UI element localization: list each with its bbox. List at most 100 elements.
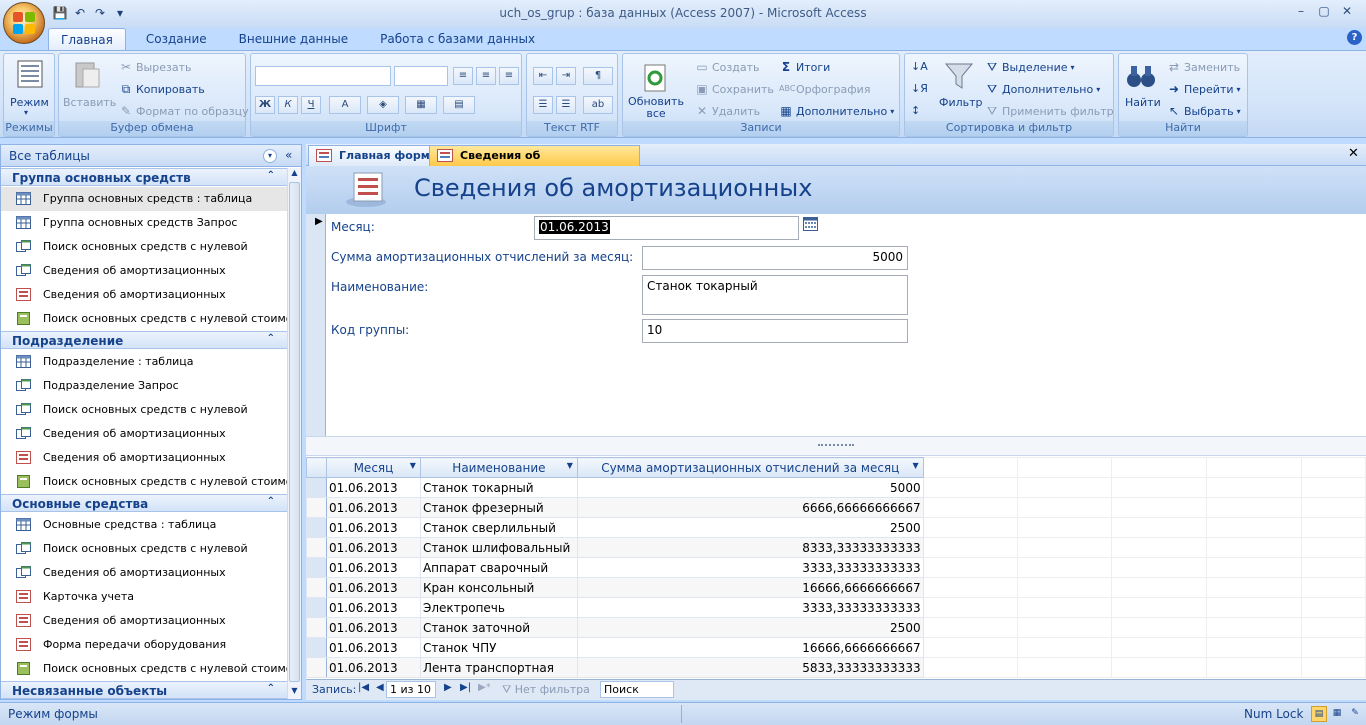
find-button[interactable]: Найти <box>1125 96 1161 109</box>
table-row[interactable]: 01.06.2013 Станок фрезерный 6666,666666666… <box>306 497 1366 518</box>
nav-item[interactable]: Сведения об амортизационных <box>1 283 287 307</box>
name-field[interactable]: Станок токарный <box>642 275 908 315</box>
collapse-chevron-icon[interactable]: ⌃ <box>267 170 275 181</box>
paragraph-icon[interactable]: ¶ <box>583 67 613 85</box>
doc-tab-amortization[interactable]: Сведения об амортизационных <box>429 145 640 175</box>
clear-sort-icon[interactable]: ↕ <box>911 104 920 117</box>
filter-button[interactable]: Фильтр <box>939 96 983 109</box>
row-selector[interactable] <box>306 577 327 598</box>
cell-month[interactable]: 01.06.2013 <box>325 597 421 618</box>
cell-name[interactable]: Кран консольный <box>419 577 578 598</box>
cell-name[interactable]: Электропечь <box>419 597 578 618</box>
advanced-filter-button[interactable]: ⛛ Дополнительно ▾ <box>985 82 1100 96</box>
tab-external-data[interactable]: Внешние данные <box>227 28 360 50</box>
table-row[interactable]: 01.06.2013 Станок токарный 5000 <box>306 477 1366 498</box>
nav-item[interactable]: Сведения об амортизационных <box>1 446 287 470</box>
font-name-combo[interactable] <box>255 66 391 86</box>
cell-sum[interactable]: 3333,33333333333 <box>576 597 924 618</box>
tab-database-tools[interactable]: Работа с базами данных <box>368 28 547 50</box>
cell-name[interactable]: Аппарат сварочный <box>419 557 578 578</box>
month-field[interactable]: 01.06.2013 <box>534 216 799 240</box>
new-record-nav-icon[interactable]: ▶* <box>478 682 491 693</box>
cell-sum[interactable]: 16666,6666666667 <box>576 637 924 658</box>
nav-scrollbar[interactable]: ▲ ▼ <box>287 168 301 699</box>
row-selector[interactable] <box>306 657 327 678</box>
cell-month[interactable]: 01.06.2013 <box>325 657 421 678</box>
cell-month[interactable]: 01.06.2013 <box>325 477 421 498</box>
table-row[interactable]: 01.06.2013 Кран консольный 16666,666666666… <box>306 577 1366 598</box>
record-selector[interactable]: ▶ <box>306 214 326 436</box>
sum-field[interactable]: 5000 <box>642 246 908 270</box>
shutter-bar-icon[interactable]: « <box>285 148 292 162</box>
nav-item[interactable]: Поиск основных средств с нулевой стоимо.… <box>1 657 287 681</box>
cut-button[interactable]: ✂ Вырезать <box>119 60 192 74</box>
scroll-thumb[interactable] <box>289 182 300 682</box>
customize-qat-icon[interactable]: ▾ <box>112 5 128 21</box>
tab-create[interactable]: Создание <box>134 28 219 50</box>
design-view-icon[interactable]: ✎ <box>1347 706 1363 722</box>
selection-button[interactable]: ⛛ Выделение ▾ <box>985 60 1075 74</box>
nav-item[interactable]: Группа основных средств Запрос <box>1 211 287 235</box>
nav-item[interactable]: Поиск основных средств с нулевой стоимо.… <box>1 307 287 331</box>
italic-button[interactable]: К <box>278 96 298 114</box>
row-selector[interactable] <box>306 617 327 638</box>
column-header-month[interactable]: Месяц ▼ <box>325 457 421 478</box>
cell-month[interactable]: 01.06.2013 <box>325 617 421 638</box>
nav-item[interactable]: Подразделение Запрос <box>1 374 287 398</box>
bold-button[interactable]: Ж <box>255 96 275 114</box>
office-button[interactable] <box>3 2 45 44</box>
nav-menu-dropdown-icon[interactable]: ▾ <box>263 149 277 163</box>
numbering-icon[interactable]: ☰ <box>533 96 553 114</box>
more-records-button[interactable]: ▦ Дополнительно ▾ <box>779 104 894 118</box>
nav-item[interactable]: Карточка учета <box>1 585 287 609</box>
nav-item[interactable]: Группа основных средств : таблица <box>1 187 287 211</box>
refresh-all-button[interactable]: Обновить все <box>627 96 685 120</box>
nav-item[interactable]: Поиск основных средств с нулевой <box>1 537 287 561</box>
save-icon[interactable]: 💾 <box>52 5 68 21</box>
cell-month[interactable]: 01.06.2013 <box>325 557 421 578</box>
nav-item[interactable]: Сведения об амортизационных <box>1 561 287 585</box>
tab-home[interactable]: Главная <box>48 28 126 50</box>
nav-group-header[interactable]: Несвязанные объекты ⌃ <box>1 681 287 699</box>
row-selector[interactable] <box>306 517 327 538</box>
paste-button[interactable]: Вставить <box>63 96 116 109</box>
row-selector[interactable] <box>306 637 327 658</box>
cell-name[interactable]: Станок фрезерный <box>419 497 578 518</box>
new-record-button[interactable]: ▭ Создать <box>695 60 759 74</box>
redo-icon[interactable]: ↷ <box>92 5 108 21</box>
collapse-chevron-icon[interactable]: ⌃ <box>267 496 275 507</box>
table-row[interactable]: 01.06.2013 Электропечь 3333,33333333333 <box>306 597 1366 618</box>
align-right-icon[interactable]: ≡ <box>499 67 519 85</box>
layout-view-icon[interactable]: ▦ <box>1329 706 1345 722</box>
toggle-filter-button[interactable]: ⛛ Применить фильтр <box>985 104 1114 118</box>
spelling-button[interactable]: ABC Орфография <box>779 82 870 96</box>
cell-sum[interactable]: 3333,33333333333 <box>576 557 924 578</box>
cell-sum[interactable]: 8333,33333333333 <box>576 537 924 558</box>
cell-name[interactable]: Станок заточной <box>419 617 578 638</box>
column-dropdown-icon[interactable]: ▼ <box>567 461 573 470</box>
cell-month[interactable]: 01.06.2013 <box>325 517 421 538</box>
cell-name[interactable]: Лента транспортная <box>419 657 578 678</box>
alt-fill-icon[interactable]: ▤ <box>443 96 475 114</box>
column-header-name[interactable]: Наименование ▼ <box>419 457 578 478</box>
cell-month[interactable]: 01.06.2013 <box>325 537 421 558</box>
table-row[interactable]: 01.06.2013 Аппарат сварочный 3333,33333333… <box>306 557 1366 578</box>
font-color-button[interactable]: A <box>329 96 361 114</box>
row-selector[interactable] <box>306 557 327 578</box>
row-selector[interactable] <box>306 537 327 558</box>
nav-item[interactable]: Поиск основных средств с нулевой стоимо.… <box>1 470 287 494</box>
nav-group-header[interactable]: Основные средства ⌃ <box>1 494 287 512</box>
close-window-button[interactable]: ✕ <box>1336 2 1358 20</box>
collapse-chevron-icon[interactable]: ⌃ <box>267 683 275 694</box>
goto-button[interactable]: ➜ Перейти ▾ <box>1167 82 1241 96</box>
delete-record-button[interactable]: ✕ Удалить <box>695 104 760 118</box>
copy-button[interactable]: ⧉ Копировать <box>119 82 205 96</box>
select-all-cell[interactable] <box>306 457 327 478</box>
column-header-sum[interactable]: Сумма амортизационных отчислений за меся… <box>576 457 924 478</box>
nav-item[interactable]: Сведения об амортизационных <box>1 422 287 446</box>
highlight-icon[interactable]: ab <box>583 96 613 114</box>
last-record-icon[interactable]: ▶| <box>460 682 471 693</box>
help-icon[interactable]: ? <box>1347 30 1362 45</box>
table-row[interactable]: 01.06.2013 Лента транспортная 5833,3333333… <box>306 657 1366 678</box>
nav-item[interactable]: Поиск основных средств с нулевой <box>1 235 287 259</box>
